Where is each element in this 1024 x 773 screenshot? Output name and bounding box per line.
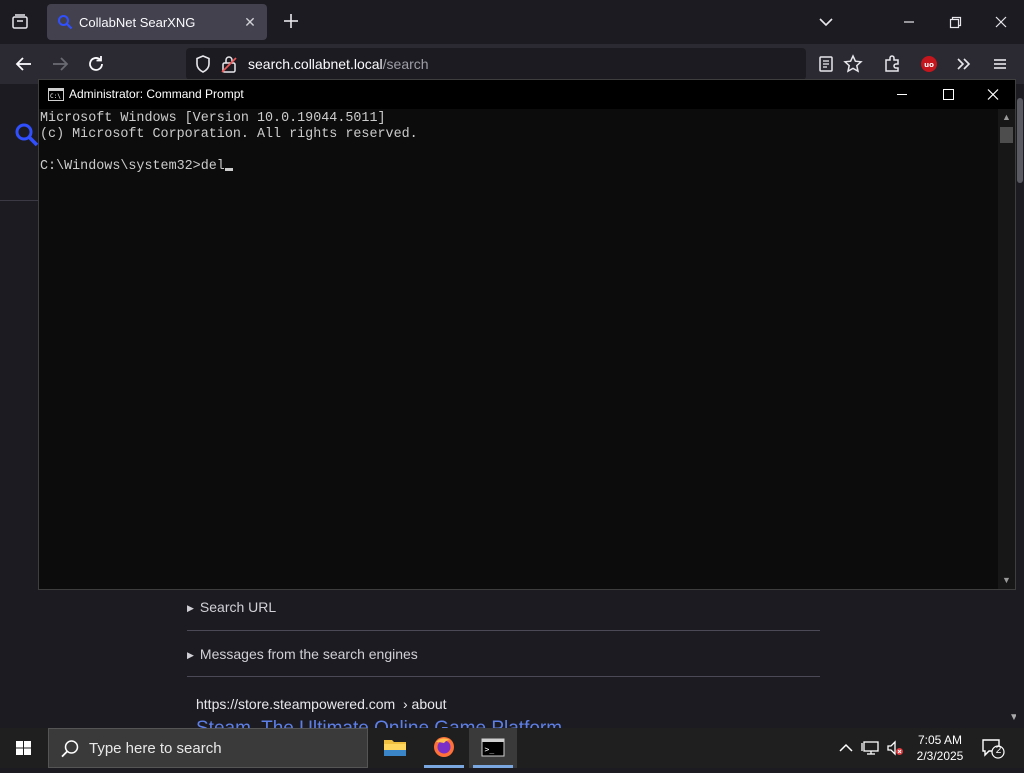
clock-date: 2/3/2025 <box>916 749 964 763</box>
text-cursor <box>224 168 233 171</box>
lock-insecure-icon[interactable] <box>220 54 238 79</box>
back-arrow-icon[interactable] <box>12 52 36 76</box>
windows-start-icon[interactable] <box>0 728 48 768</box>
console-prompt-line[interactable]: C:\Windows\system32>del <box>40 159 999 175</box>
details-engine-messages[interactable]: ▶ Messages from the search engines <box>187 646 418 662</box>
list-all-tabs-icon[interactable] <box>814 10 838 34</box>
volume-muted-icon[interactable] <box>885 738 905 758</box>
windows-taskbar: Type here to search >_ 7:05 AM 2/3/2025 … <box>0 728 1024 768</box>
console-line: Microsoft Windows [Version 10.0.19044.50… <box>40 111 386 126</box>
show-hidden-icons-chevron-icon[interactable] <box>836 738 856 758</box>
result-url-host: https://store.steampowered.com <box>196 696 396 712</box>
url-text: search.collabnet.local/search <box>248 56 429 72</box>
tab-title: CollabNet SearXNG <box>79 15 196 30</box>
notification-count: 2 <box>995 745 1002 756</box>
page-scrollbar-thumb[interactable] <box>1017 98 1023 183</box>
taskbar-clock[interactable]: 7:05 AM 2/3/2025 <box>912 732 968 764</box>
reader-view-icon[interactable] <box>814 52 838 76</box>
tab-list-icon[interactable] <box>8 10 32 34</box>
browser-restore-icon[interactable] <box>943 10 967 34</box>
browser-nav-bar: search.collabnet.local/search uo <box>0 44 1024 84</box>
shield-icon[interactable] <box>194 54 212 79</box>
details-search-url[interactable]: ▶ Search URL <box>187 599 276 615</box>
console-line: (c) Microsoft Corporation. All rights re… <box>40 127 418 142</box>
url-path: /search <box>382 56 429 72</box>
file-explorer-icon[interactable] <box>371 728 419 768</box>
cmd-close-icon[interactable] <box>970 80 1016 109</box>
url-bar[interactable]: search.collabnet.local/search <box>186 48 806 80</box>
page-scrollbar[interactable] <box>1016 84 1024 728</box>
browser-tab[interactable]: CollabNet SearXNG ✕ <box>47 4 267 40</box>
new-tab-icon[interactable] <box>280 10 302 32</box>
svg-text:uo: uo <box>924 61 934 69</box>
firefox-icon[interactable] <box>420 728 468 768</box>
browser-minimize-icon[interactable] <box>897 10 921 34</box>
disclosure-triangle-icon: ▶ <box>187 650 194 660</box>
network-icon[interactable] <box>861 738 881 758</box>
bookmark-star-icon[interactable] <box>841 52 865 76</box>
more-tools-chevron-icon[interactable] <box>952 52 976 76</box>
browser-close-icon[interactable] <box>989 10 1013 34</box>
svg-text:>_: >_ <box>485 745 495 754</box>
result-url[interactable]: https://store.steampowered.com › about <box>196 696 447 712</box>
extensions-puzzle-icon[interactable] <box>880 52 904 76</box>
browser-tab-bar: CollabNet SearXNG ✕ <box>0 0 1024 44</box>
cmd-app-icon: C:\ <box>48 88 64 101</box>
searxng-favicon-icon <box>57 14 73 30</box>
cmd-title-bar[interactable]: C:\ Administrator: Command Prompt <box>39 80 1015 109</box>
details-label: Messages from the search engines <box>199 646 418 662</box>
reload-icon[interactable] <box>84 52 108 76</box>
command-prompt-window[interactable]: C:\ Administrator: Command Prompt Micros… <box>38 79 1016 590</box>
forward-arrow-icon[interactable] <box>48 52 72 76</box>
cmd-window-title: Administrator: Command Prompt <box>69 87 244 101</box>
clock-time: 7:05 AM <box>917 733 963 747</box>
search-icon <box>60 739 80 764</box>
cmd-maximize-icon[interactable] <box>925 80 971 109</box>
command-prompt-taskbar-icon[interactable]: >_ <box>469 728 517 768</box>
notification-center-icon[interactable]: 2 <box>980 736 1006 760</box>
url-host: search.collabnet.local <box>248 56 383 72</box>
svg-text:C:\: C:\ <box>50 93 61 100</box>
taskbar-search-placeholder: Type here to search <box>89 740 222 757</box>
divider <box>187 676 820 677</box>
cmd-console-output[interactable]: Microsoft Windows [Version 10.0.19044.50… <box>39 109 999 589</box>
console-prompt-text: C:\Windows\system32>del <box>40 159 225 174</box>
cmd-scrollbar-thumb[interactable] <box>1000 127 1013 143</box>
result-url-breadcrumb: › about <box>402 696 447 712</box>
cmd-minimize-icon[interactable] <box>879 80 925 109</box>
divider <box>187 630 820 631</box>
taskbar-search-box[interactable]: Type here to search <box>48 728 368 768</box>
cmd-scrollbar[interactable]: ▲ ▼ <box>998 109 1015 589</box>
details-label: Search URL <box>199 599 277 615</box>
hamburger-menu-icon[interactable] <box>988 52 1012 76</box>
tab-close-icon[interactable]: ✕ <box>241 13 259 31</box>
cmd-scroll-down-icon[interactable]: ▼ <box>998 572 1015 589</box>
cmd-scroll-up-icon[interactable]: ▲ <box>998 109 1015 126</box>
searxng-logo-icon[interactable] <box>14 122 40 153</box>
disclosure-triangle-icon: ▶ <box>187 603 194 613</box>
ublock-origin-icon[interactable]: uo <box>917 52 941 76</box>
